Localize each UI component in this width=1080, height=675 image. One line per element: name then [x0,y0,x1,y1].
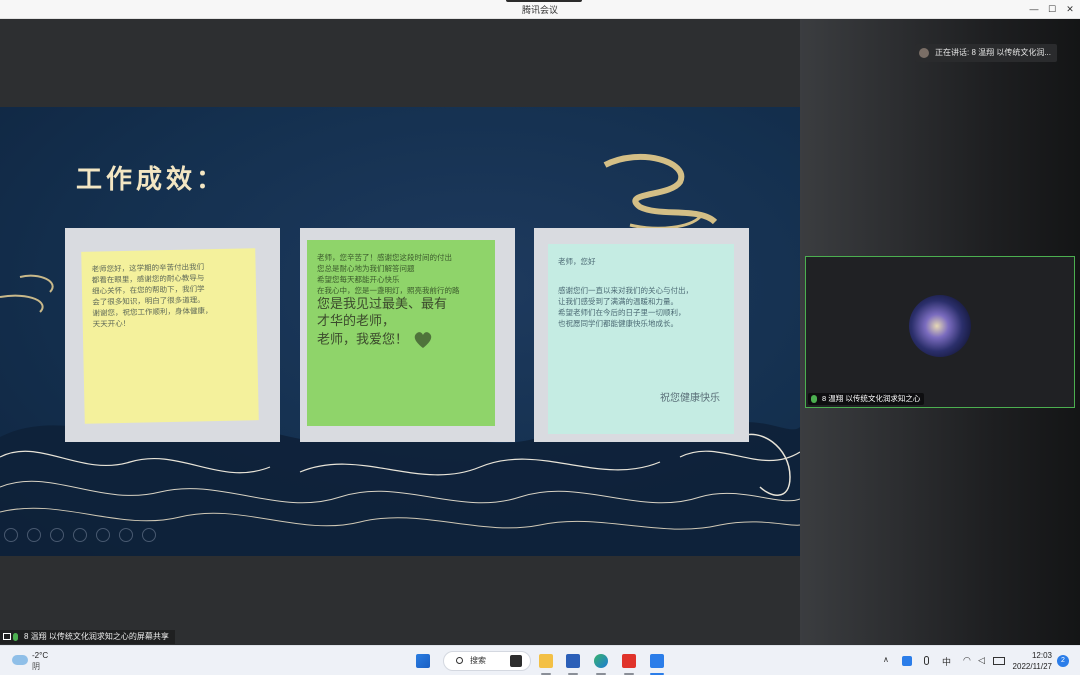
note-photo-1: 老师您好，这学期的辛苦付出我们 都看在眼里，感谢您的耐心教导与 细心关怀，在您的… [65,228,280,442]
taskbar: -2°C 阴 搜索 ∧ 中 ◠ ◁ 12:03 2022/11/27 2 [0,645,1080,675]
speaking-text: 正在讲话: 8 温翔 以传统文化润... [935,48,1052,57]
screen-share-icon [3,633,11,640]
heart-icon [414,332,432,348]
sticky-note-green: 老师，您辛苦了！感谢您这段时间的付出 您总是耐心地为我们解答问题 希望您每天都能… [307,240,495,426]
eraser-icon[interactable] [73,528,87,542]
wifi-icon[interactable]: ◠ [963,655,971,666]
start-icon[interactable] [416,654,430,668]
note-line: 希望老师们在今后的日子里一切顺利， [558,308,686,317]
note-big-line: 才华的老师， [317,314,396,329]
slide-title: 工作成效： [76,165,227,195]
screen-share-text: 8 温翔 以传统文化润求知之心的屏幕共享 [24,632,169,641]
file-explorer-icon[interactable] [539,654,553,668]
note-signature: 祝您健康快乐 [660,393,720,404]
sticky-note-blue: 老师，您好 感谢您们一直以来对我们的关心与付出， 让我们感受到了满满的温暖和力量… [548,244,734,434]
note-big-line: 老师，我爱您！ [317,330,485,350]
participant-video-tile[interactable]: 8 温翔 以传统文化润求知之心 [805,256,1075,408]
task-view-icon[interactable] [510,655,522,667]
tencent-meeting-icon[interactable] [650,654,664,668]
tray-chevron-icon[interactable]: ∧ [883,655,889,664]
weather-condition: 阴 [32,662,40,671]
mic-icon [811,395,817,403]
microphone-icon[interactable] [924,656,929,665]
note-line: 希望您每天都能开心快乐 [317,275,400,284]
prev-slide-icon[interactable] [4,528,18,542]
participant-label: 8 温翔 以传统文化润求知之心 [808,393,925,405]
window-titlebar: 腾讯会议 — ☐ ✕ [0,0,1080,19]
shared-screen-area: 工作成效： 老师您好，这学期的辛苦付出我们 都看在眼里，感谢您的耐心教导与 细心… [0,19,800,645]
screen-share-label: 8 温翔 以传统文化润求知之心的屏幕共享 [0,630,175,644]
note-big-text: 老师，我爱您！ [317,332,409,348]
word-icon[interactable] [566,654,580,668]
next-slide-icon[interactable] [27,528,41,542]
snap-indicator [506,0,582,2]
note-big-line: 您是我见过最美、最有 [317,297,448,312]
participant-name: 8 温翔 以传统文化润求知之心 [822,394,921,403]
ime-indicator[interactable]: 中 [942,655,951,668]
note-line: 感谢您们一直以来对我们的关心与付出， [558,286,693,295]
note-line: 天天开心！ [92,318,131,329]
participant-avatar [909,295,971,357]
note-line: 让我们感受到了满满的温暖和力量。 [558,297,678,306]
speaking-indicator: 正在讲话: 8 温翔 以传统文化润... [915,44,1058,62]
tray-app-icon[interactable] [902,656,912,666]
grid-icon[interactable] [96,528,110,542]
note-photo-3: 老师，您好 感谢您们一直以来对我们的关心与付出， 让我们感受到了满满的温暖和力量… [534,228,749,442]
clock[interactable]: 12:03 2022/11/27 [1012,650,1052,672]
note-photo-2: 老师，您辛苦了！感谢您这段时间的付出 您总是耐心地为我们解答问题 希望您每天都能… [300,228,515,442]
mic-icon [13,633,18,641]
maximize-button[interactable]: ☐ [1044,2,1060,16]
presentation-slide: 工作成效： 老师您好，这学期的辛苦付出我们 都看在眼里，感谢您的耐心教导与 细心… [0,107,800,556]
clock-date: 2022/11/27 [1012,662,1052,671]
note-line: 老师，您辛苦了！感谢您这段时间的付出 [317,253,452,262]
search-label: 搜索 [470,656,486,665]
minimize-button[interactable]: — [1026,2,1042,16]
zoom-icon[interactable] [119,528,133,542]
close-button[interactable]: ✕ [1062,2,1078,16]
search-icon [456,657,463,664]
volume-icon[interactable]: ◁ [978,655,985,666]
note-header: 老师，您好 [558,257,596,266]
slideshow-toolbar [4,528,156,542]
battery-icon[interactable] [993,657,1005,665]
notification-badge[interactable]: 2 [1057,655,1069,667]
pen-icon[interactable] [50,528,64,542]
sticky-note-yellow: 老师您好，这学期的辛苦付出我们 都看在眼里，感谢您的耐心教导与 细心关怀，在您的… [81,248,259,424]
clock-time: 12:03 [1031,651,1052,660]
weather-temperature: -2°C [32,651,49,660]
more-icon[interactable] [142,528,156,542]
note-line: 在我心中，您是一盏明灯，照亮我前行的路 [317,286,460,295]
speaker-avatar-icon [919,48,929,58]
edge-browser-icon[interactable] [594,654,608,668]
cloud-icon [12,655,28,665]
note-line: 您总是耐心地为我们解答问题 [317,264,415,273]
note-line: 也祝愿同学们都能健康快乐地成长。 [558,319,678,328]
wps-office-icon[interactable] [622,654,636,668]
window-title: 腾讯会议 [521,5,558,15]
